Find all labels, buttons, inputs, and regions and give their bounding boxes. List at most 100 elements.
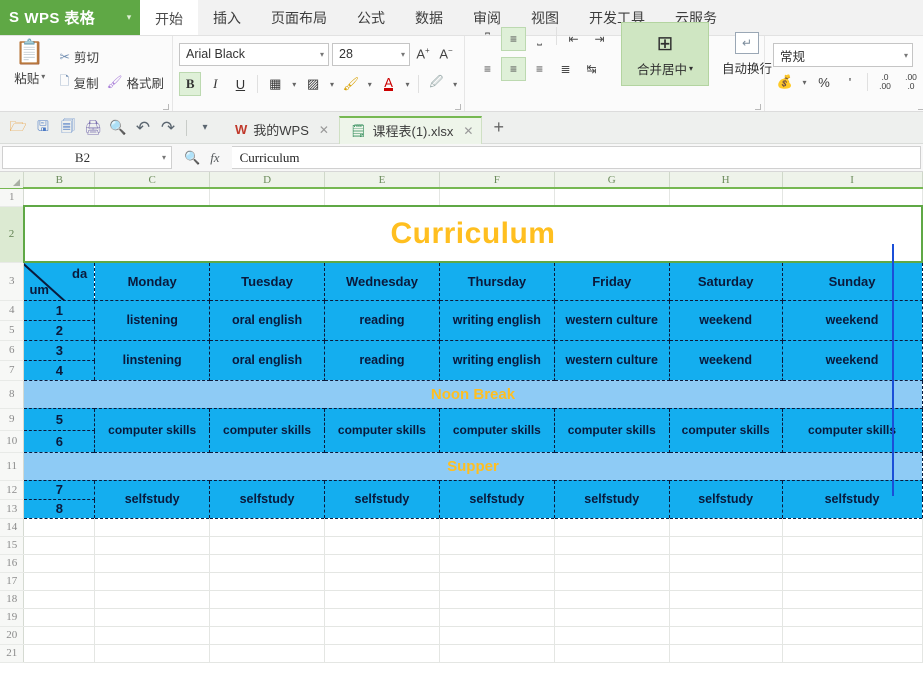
justify-button[interactable]: ≣ — [553, 57, 578, 81]
cell[interactable] — [324, 518, 440, 537]
cut-button[interactable]: ✂ 剪切 — [56, 44, 168, 69]
schedule-cell[interactable]: reading — [324, 300, 440, 341]
schedule-cell[interactable]: writing english — [439, 340, 555, 381]
cell[interactable] — [782, 608, 923, 627]
decrease-indent-button[interactable]: ⇤ — [561, 27, 586, 51]
font-dialog-launcher[interactable] — [455, 104, 461, 110]
schedule-cell[interactable]: selfstudy — [439, 480, 555, 519]
cell[interactable] — [439, 518, 555, 537]
period-number-5[interactable]: 5 — [23, 408, 96, 431]
align-middle-button[interactable]: ≡ — [501, 27, 526, 51]
row-header-9[interactable]: 9 — [0, 408, 25, 431]
cell[interactable] — [324, 572, 440, 591]
cell[interactable] — [324, 608, 440, 627]
cell[interactable] — [324, 188, 440, 207]
cell[interactable] — [554, 644, 670, 663]
cell[interactable] — [94, 188, 211, 207]
cell[interactable] — [669, 554, 783, 573]
day-header-friday[interactable]: Friday — [554, 262, 670, 301]
cell[interactable] — [669, 590, 783, 609]
cell[interactable] — [94, 572, 211, 591]
curriculum-title-cell[interactable]: Curriculum — [22, 205, 923, 263]
number-dialog-launcher[interactable] — [918, 104, 923, 110]
cell[interactable] — [782, 518, 923, 537]
copy-button[interactable]: 🗋 复制 — [56, 69, 103, 96]
column-header-C[interactable]: C — [94, 172, 211, 189]
alignment-dialog-launcher[interactable] — [755, 104, 761, 110]
cell[interactable] — [209, 590, 325, 609]
schedule-cell[interactable]: selfstudy — [554, 480, 670, 519]
paste-button[interactable]: 📋 粘贴 ▾ — [4, 39, 56, 87]
cell[interactable] — [554, 536, 670, 555]
cell[interactable] — [554, 590, 670, 609]
cell[interactable] — [94, 644, 211, 663]
save-icon[interactable]: 🖫 — [31, 116, 55, 140]
cell[interactable] — [782, 626, 923, 645]
schedule-cell[interactable]: weekend — [669, 300, 783, 341]
schedule-cell[interactable]: western culture — [554, 300, 670, 341]
schedule-cell[interactable]: computer skills — [439, 408, 555, 453]
cell[interactable] — [439, 554, 555, 573]
schedule-cell[interactable]: selfstudy — [94, 480, 211, 519]
font-name-combo[interactable]: Arial Black ▾ — [179, 42, 329, 66]
doc-tab-kechengbiao[interactable]: 🗒 课程表(1).xlsx ✕ — [338, 115, 483, 144]
currency-caret-icon[interactable]: ▾ — [799, 78, 810, 87]
schedule-cell[interactable]: writing english — [439, 300, 555, 341]
cell[interactable] — [782, 590, 923, 609]
menu-tab-insert[interactable]: 插入 — [198, 0, 256, 35]
column-header-B[interactable]: B — [23, 172, 96, 189]
formula-input[interactable]: Curriculum — [231, 146, 921, 169]
period-day-corner-cell[interactable]: um da — [23, 262, 96, 301]
currency-format-button[interactable]: 💰 — [773, 70, 797, 94]
schedule-cell[interactable]: selfstudy — [782, 480, 923, 519]
decrease-decimal-button[interactable]: .00 .0 — [899, 70, 923, 94]
column-header-E[interactable]: E — [324, 172, 440, 189]
underline-button[interactable]: U — [229, 72, 251, 96]
row-header-18[interactable]: 18 — [0, 590, 25, 609]
font-color-caret-icon[interactable]: ▾ — [403, 80, 413, 89]
cell[interactable] — [439, 590, 555, 609]
cell[interactable] — [439, 608, 555, 627]
align-left-button[interactable]: ≡ — [475, 57, 500, 81]
cell[interactable] — [669, 644, 783, 663]
schedule-cell[interactable]: weekend — [669, 340, 783, 381]
cell[interactable] — [669, 626, 783, 645]
row-header-12[interactable]: 12 — [0, 480, 25, 500]
table-style-caret-icon[interactable]: ▾ — [327, 80, 337, 89]
schedule-cell[interactable]: computer skills — [209, 408, 325, 453]
cell[interactable] — [23, 590, 96, 609]
align-center-button[interactable]: ≡ — [501, 57, 526, 81]
cell[interactable] — [439, 536, 555, 555]
print-icon[interactable]: 🖨 — [81, 116, 105, 140]
number-format-combo[interactable]: 常规 ▾ — [773, 43, 913, 67]
close-icon[interactable]: ✕ — [463, 124, 473, 138]
cell[interactable] — [324, 554, 440, 573]
cell[interactable] — [782, 536, 923, 555]
column-header-I[interactable]: I — [782, 172, 923, 189]
cell[interactable] — [209, 536, 325, 555]
percent-format-button[interactable]: % — [812, 70, 836, 94]
cell[interactable] — [94, 554, 211, 573]
row-header-1[interactable]: 1 — [0, 188, 25, 207]
name-box[interactable]: B2 ▾ — [2, 146, 172, 169]
close-icon[interactable]: ✕ — [319, 123, 329, 137]
cell[interactable] — [669, 188, 783, 207]
schedule-cell[interactable]: oral english — [209, 300, 325, 341]
column-header-H[interactable]: H — [669, 172, 783, 189]
cell[interactable] — [439, 644, 555, 663]
period-number-2[interactable]: 2 — [23, 320, 96, 341]
menu-tab-page-layout[interactable]: 页面布局 — [256, 0, 342, 35]
row-header-8[interactable]: 8 — [0, 380, 25, 409]
customize-quick-access-icon[interactable]: ▾ — [193, 116, 217, 140]
font-size-combo[interactable]: 28 ▾ — [332, 42, 410, 66]
schedule-cell[interactable]: selfstudy — [209, 480, 325, 519]
day-header-sunday[interactable]: Sunday — [782, 262, 923, 301]
cell[interactable] — [209, 608, 325, 627]
comma-format-button[interactable]: ' — [838, 70, 862, 94]
row-header-5[interactable]: 5 — [0, 320, 25, 341]
cell[interactable] — [782, 572, 923, 591]
schedule-cell[interactable]: listening — [94, 300, 211, 341]
select-all-corner[interactable] — [0, 172, 25, 189]
italic-button[interactable]: I — [204, 72, 226, 96]
logo-caret-icon[interactable]: ▾ — [118, 0, 140, 35]
